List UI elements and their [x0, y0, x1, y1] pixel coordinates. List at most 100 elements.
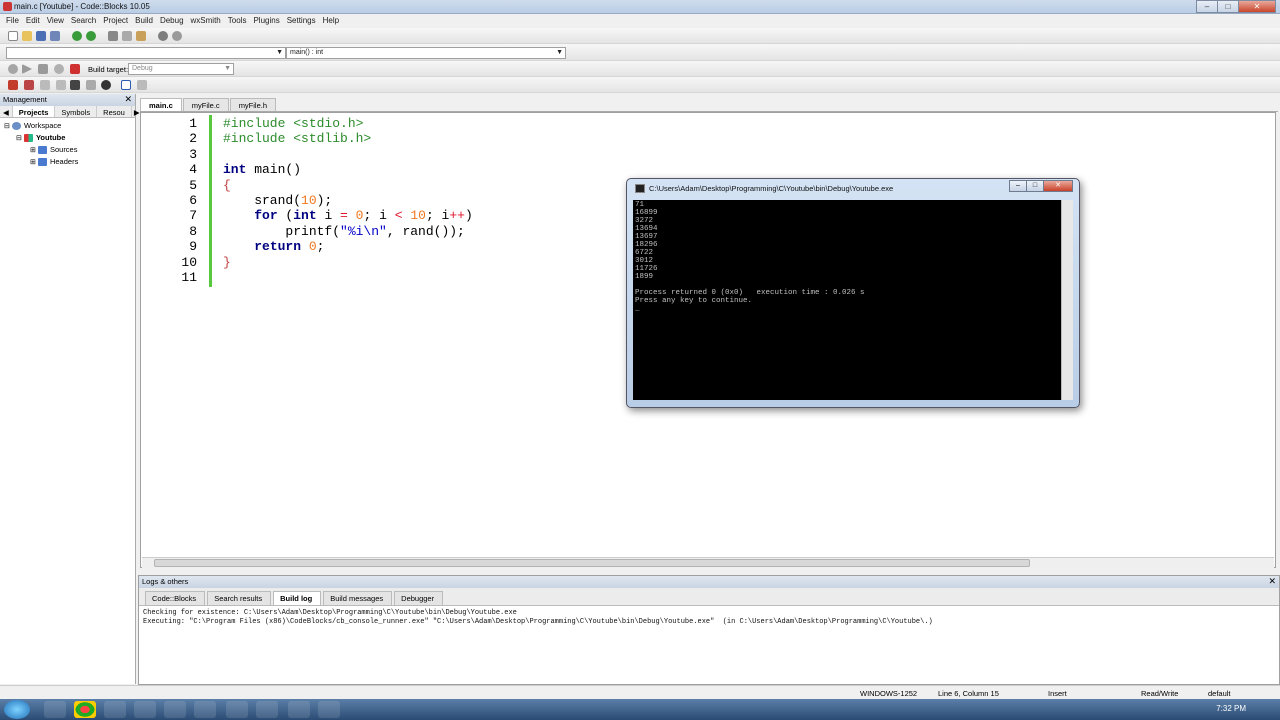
tab-build-log[interactable]: Build log: [273, 591, 322, 605]
app-icon[interactable]: [104, 701, 126, 718]
expand-icon[interactable]: ⊞: [30, 147, 36, 154]
codeblocks-taskbar-icon[interactable]: [164, 701, 186, 718]
function-combo[interactable]: main() : int ▼: [286, 47, 566, 59]
debug-windows-icon[interactable]: [121, 80, 131, 90]
redo-icon[interactable]: [86, 31, 96, 41]
menu-settings[interactable]: Settings: [285, 14, 321, 28]
tab-symbols[interactable]: Symbols: [55, 106, 98, 117]
menu-search[interactable]: Search: [69, 14, 101, 28]
tab-debugger[interactable]: Debugger: [394, 591, 444, 605]
save-icon[interactable]: [36, 31, 46, 41]
close-icon[interactable]: ✕: [124, 94, 132, 105]
tab-build-messages[interactable]: Build messages: [323, 591, 393, 605]
window-title: main.c [Youtube] - Code::Blocks 10.05: [14, 2, 150, 11]
run-to-cursor-icon[interactable]: [24, 80, 34, 90]
app-icon[interactable]: [134, 701, 156, 718]
copy-icon[interactable]: [122, 31, 132, 41]
various-info-icon[interactable]: [137, 80, 147, 90]
tab-scroll-left-icon[interactable]: ◀: [0, 106, 13, 117]
code-line[interactable]: return 0;: [223, 239, 473, 254]
chrome-icon[interactable]: [74, 701, 96, 718]
build-target-combo[interactable]: Debug ▼: [128, 63, 234, 75]
menu-tools[interactable]: Tools: [226, 14, 252, 28]
find-icon[interactable]: [158, 31, 168, 41]
paste-icon[interactable]: [136, 31, 146, 41]
console-vertical-scrollbar[interactable]: [1061, 200, 1073, 400]
maximize-button[interactable]: □: [1217, 0, 1239, 13]
build-run-icon[interactable]: [38, 64, 48, 74]
tree-sources[interactable]: ⊞ Sources: [4, 144, 135, 156]
close-icon[interactable]: ✕: [1268, 576, 1276, 587]
build-gear-icon[interactable]: [8, 64, 18, 74]
app-icon[interactable]: [194, 701, 216, 718]
console-taskbar-icon[interactable]: [318, 701, 340, 718]
close-button[interactable]: ✕: [1238, 0, 1276, 13]
next-line-icon[interactable]: [40, 80, 50, 90]
tab-resources[interactable]: Resou: [97, 106, 132, 117]
rebuild-icon[interactable]: [54, 64, 64, 74]
folder-icon: [37, 158, 47, 167]
start-button[interactable]: [4, 700, 30, 719]
undo-icon[interactable]: [72, 31, 82, 41]
menu-plugins[interactable]: Plugins: [251, 14, 284, 28]
code-line[interactable]: for (int i = 0; i < 10; i++): [223, 208, 473, 223]
code-line[interactable]: int main(): [223, 162, 473, 177]
code-line[interactable]: }: [223, 255, 473, 270]
stop-debugger-icon[interactable]: [101, 80, 111, 90]
debug-continue-icon[interactable]: [8, 80, 18, 90]
new-file-icon[interactable]: [8, 31, 18, 41]
console-output[interactable]: 71 16899 3272 13694 13697 18296 6722 301…: [633, 200, 1061, 400]
logs-panel: Logs & others ✕ Code::Blocks Search resu…: [138, 575, 1280, 685]
abort-icon[interactable]: [70, 64, 80, 74]
collapse-icon[interactable]: ⊟: [16, 135, 22, 142]
code-line[interactable]: ​: [223, 270, 473, 285]
menu-wxsmith[interactable]: wxSmith: [189, 14, 226, 28]
console-close-button[interactable]: ✕: [1043, 180, 1073, 192]
code-line[interactable]: #include <stdio.h>: [223, 116, 473, 131]
step-into-icon[interactable]: [56, 80, 66, 90]
menu-help[interactable]: Help: [321, 14, 344, 28]
console-minimize-button[interactable]: –: [1009, 180, 1027, 192]
menu-debug[interactable]: Debug: [158, 14, 189, 28]
explorer-icon[interactable]: [44, 701, 66, 718]
tab-search-results[interactable]: Search results: [207, 591, 272, 605]
app-icon[interactable]: [288, 701, 310, 718]
editor-horizontal-scrollbar[interactable]: [142, 557, 1274, 568]
code-line[interactable]: srand(10);: [223, 193, 473, 208]
code-line[interactable]: #include <stdlib.h>: [223, 131, 473, 146]
menu-file[interactable]: File: [4, 14, 24, 28]
app-icon[interactable]: [256, 701, 278, 718]
save-all-icon[interactable]: [50, 31, 60, 41]
menu-view[interactable]: View: [45, 14, 69, 28]
tab-myfile-c[interactable]: myFile.c: [182, 98, 229, 111]
tab-projects[interactable]: Projects: [12, 106, 56, 117]
tab-codeblocks-log[interactable]: Code::Blocks: [145, 591, 206, 605]
tab-myfile-h[interactable]: myFile.h: [229, 98, 277, 111]
console-window[interactable]: C:\Users\Adam\Desktop\Programming\C\Yout…: [626, 178, 1080, 408]
code-line[interactable]: {: [223, 178, 473, 193]
scrollbar-thumb[interactable]: [154, 559, 1030, 567]
open-icon[interactable]: [22, 31, 32, 41]
skype-icon[interactable]: [226, 701, 248, 718]
expand-icon[interactable]: ⊞: [30, 159, 36, 166]
collapse-icon[interactable]: ⊟: [4, 123, 10, 130]
menu-edit[interactable]: Edit: [24, 14, 45, 28]
code-line[interactable]: ​: [223, 147, 473, 162]
tree-workspace[interactable]: ⊟ Workspace: [4, 120, 135, 132]
tab-main-c[interactable]: main.c: [140, 98, 182, 111]
minimize-button[interactable]: –: [1196, 0, 1218, 13]
run-icon[interactable]: [22, 64, 32, 74]
tree-headers[interactable]: ⊞ Headers: [4, 156, 135, 168]
tree-project[interactable]: ⊟ Youtube: [4, 132, 135, 144]
console-maximize-button[interactable]: □: [1026, 180, 1044, 192]
menu-project[interactable]: Project: [101, 14, 133, 28]
next-instruction-icon[interactable]: [86, 80, 96, 90]
change-bar: [209, 115, 212, 287]
scope-combo[interactable]: ▼: [6, 47, 286, 59]
menu-build[interactable]: Build: [133, 14, 158, 28]
code-text[interactable]: #include <stdio.h>#include <stdlib.h>​in…: [223, 116, 473, 285]
step-out-icon[interactable]: [70, 80, 80, 90]
code-line[interactable]: printf("%i\n", rand());: [223, 224, 473, 239]
cut-icon[interactable]: [108, 31, 118, 41]
replace-icon[interactable]: [172, 31, 182, 41]
